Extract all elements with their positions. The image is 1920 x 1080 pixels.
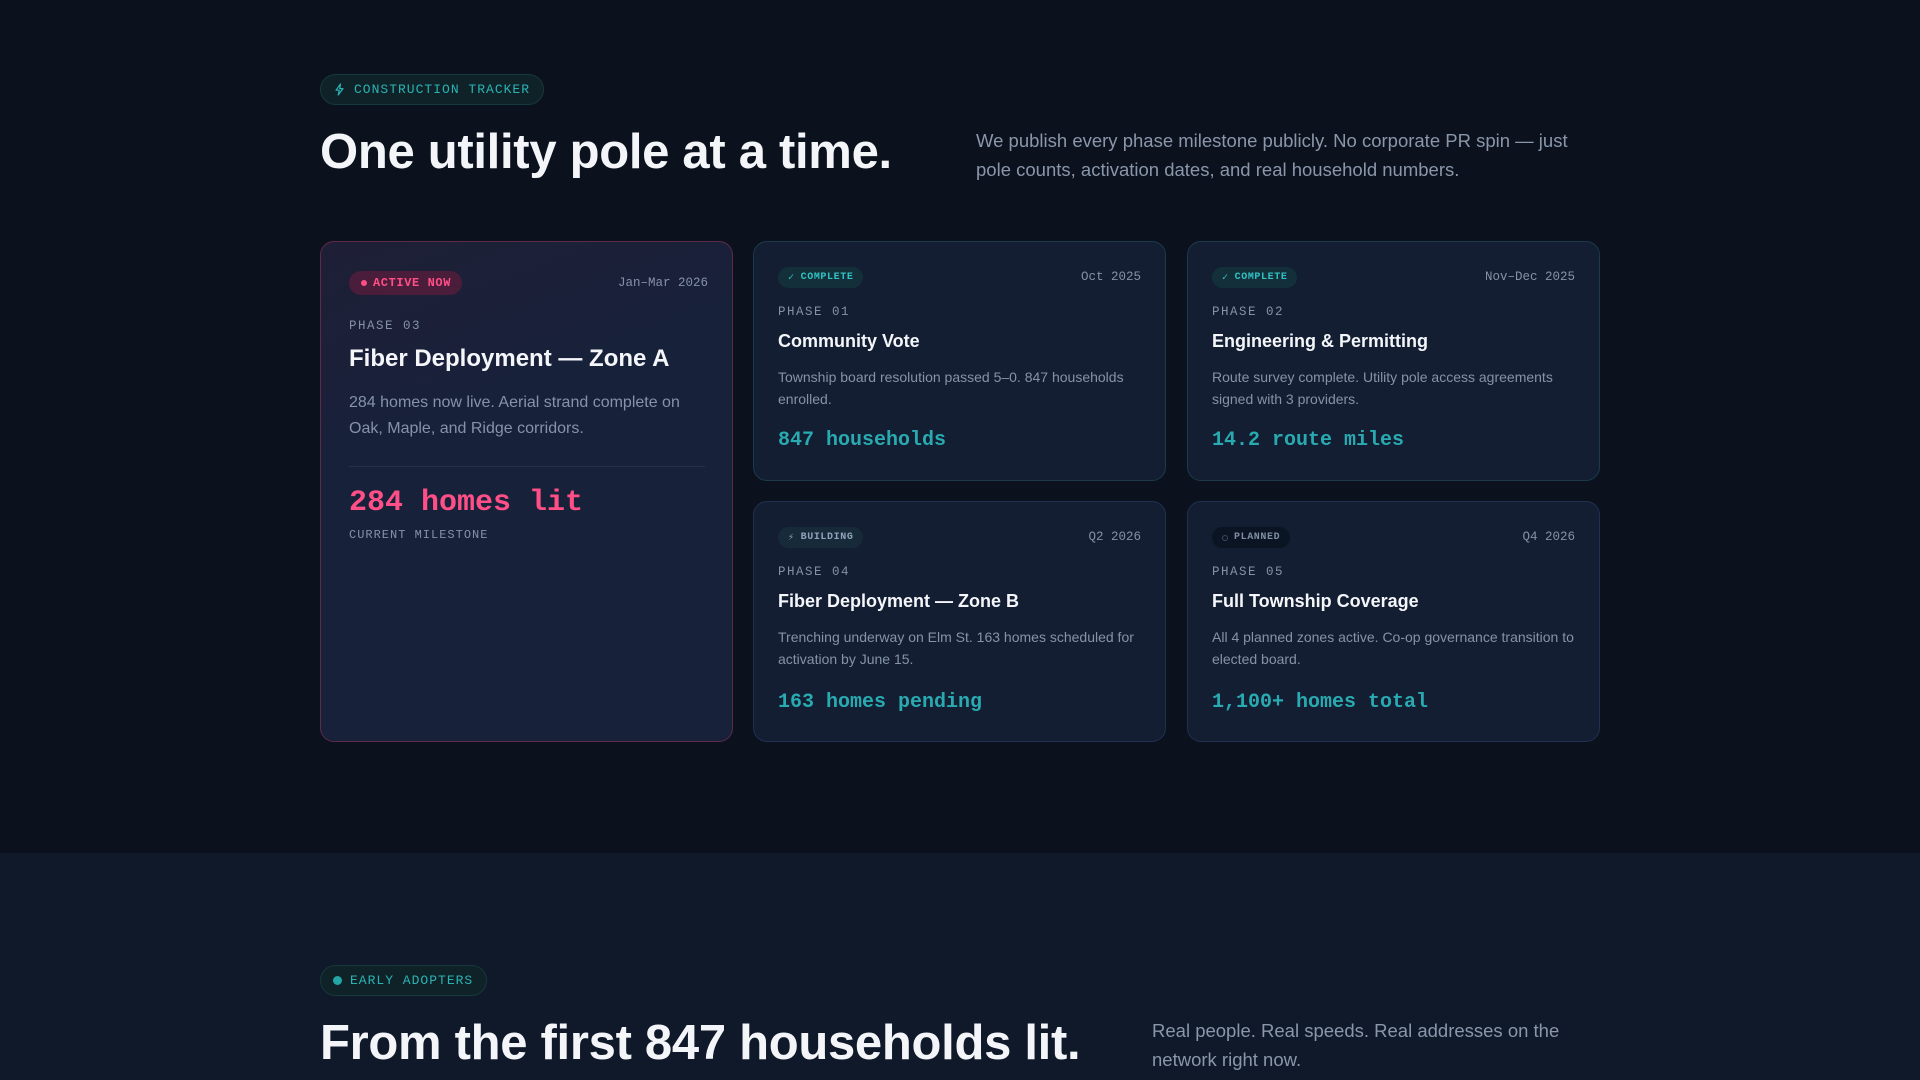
status-label: COMPLETE bbox=[800, 272, 854, 283]
dot-icon bbox=[333, 976, 342, 985]
phase-date: Q4 2026 bbox=[1522, 530, 1575, 544]
status-label: BUILDING bbox=[800, 532, 854, 543]
phase-title: Fiber Deployment — Zone A bbox=[349, 345, 670, 372]
circle-outline-icon bbox=[1222, 534, 1228, 541]
phase-description: Township board resolution passed 5–0. 84… bbox=[778, 369, 1124, 407]
construction-tracker-section: CONSTRUCTION TRACKER One utility pole at… bbox=[0, 0, 1920, 853]
tracker-heading: One utility pole at a time. bbox=[320, 125, 892, 179]
divider bbox=[349, 466, 705, 467]
phase-description: Trenching underway on Elm St. 163 homes … bbox=[778, 629, 1134, 667]
phase-description: Route survey complete. Utility pole acce… bbox=[1212, 369, 1553, 407]
status-badge: PLANNED bbox=[1212, 527, 1291, 548]
phase-title: Full Township Coverage bbox=[1212, 591, 1419, 611]
phase-number: PHASE 02 bbox=[1212, 305, 1285, 319]
status-badge: ACTIVE NOW bbox=[349, 271, 463, 295]
check-icon: ✓ bbox=[788, 272, 795, 284]
status-dot-icon bbox=[361, 280, 367, 286]
phase-card-community-vote[interactable]: ✓ COMPLETE Oct 2025 PHASE 01 Community V… bbox=[753, 241, 1166, 481]
lightning-icon: ⚡ bbox=[788, 532, 795, 544]
phase-date: Q2 2026 bbox=[1088, 530, 1141, 544]
adopters-description: Real people. Real speeds. Real addresses… bbox=[1152, 1020, 1560, 1070]
construction-tracker-badge: CONSTRUCTION TRACKER bbox=[320, 74, 545, 105]
phase-title: Community Vote bbox=[778, 331, 920, 351]
adopters-heading: From the first 847 households lit. bbox=[320, 1016, 1081, 1070]
phase-metric: 1,100+ homes total bbox=[1212, 691, 1429, 714]
phase-description: All 4 planned zones active. Co-op govern… bbox=[1212, 629, 1574, 667]
phase-metric: 163 homes pending bbox=[778, 691, 983, 714]
phase-card-featured[interactable]: ACTIVE NOW Jan–Mar 2026 PHASE 03 Fiber D… bbox=[320, 241, 733, 742]
metric-caption: CURRENT MILESTONE bbox=[349, 528, 489, 542]
phase-card-zone-b[interactable]: ⚡ BUILDING Q2 2026 PHASE 04 Fiber Deploy… bbox=[753, 501, 1166, 742]
phase-metric: 14.2 route miles bbox=[1212, 429, 1405, 452]
early-adopters-label: EARLY ADOPTERS bbox=[350, 973, 474, 988]
status-label: COMPLETE bbox=[1234, 272, 1288, 283]
early-adopters-badge: EARLY ADOPTERS bbox=[320, 965, 488, 996]
status-badge: ⚡ BUILDING bbox=[778, 527, 864, 548]
phase-card-full-coverage[interactable]: PLANNED Q4 2026 PHASE 05 Full Township C… bbox=[1187, 501, 1600, 742]
status-label: ACTIVE NOW bbox=[373, 276, 452, 290]
phase-date: Jan–Mar 2026 bbox=[617, 276, 708, 290]
check-icon: ✓ bbox=[1222, 272, 1229, 284]
tracker-description: We publish every phase milestone publicl… bbox=[976, 130, 1568, 180]
phase-number: PHASE 04 bbox=[778, 565, 851, 579]
status-badge: ✓ COMPLETE bbox=[1212, 267, 1298, 288]
phase-date: Nov–Dec 2025 bbox=[1484, 270, 1575, 284]
phase-title: Engineering & Permitting bbox=[1212, 331, 1429, 351]
status-label: PLANNED bbox=[1234, 532, 1281, 543]
phase-number: PHASE 01 bbox=[778, 305, 851, 319]
phase-number: PHASE 05 bbox=[1212, 565, 1285, 579]
construction-tracker-label: CONSTRUCTION TRACKER bbox=[354, 82, 531, 97]
phase-date: Oct 2025 bbox=[1080, 270, 1141, 284]
lightning-icon bbox=[333, 83, 346, 96]
early-adopters-section: EARLY ADOPTERS From the first 847 househ… bbox=[0, 853, 1920, 1080]
phase-number: PHASE 03 bbox=[349, 319, 422, 333]
phase-title: Fiber Deployment — Zone B bbox=[778, 591, 1020, 611]
phase-metric: 284 homes lit bbox=[349, 486, 584, 520]
phase-metric: 847 households bbox=[778, 429, 947, 452]
phase-description: 284 homes now live. Aerial strand comple… bbox=[349, 394, 680, 437]
phase-card-engineering-permitting[interactable]: ✓ COMPLETE Nov–Dec 2025 PHASE 02 Enginee… bbox=[1187, 241, 1600, 481]
status-badge: ✓ COMPLETE bbox=[778, 267, 864, 288]
